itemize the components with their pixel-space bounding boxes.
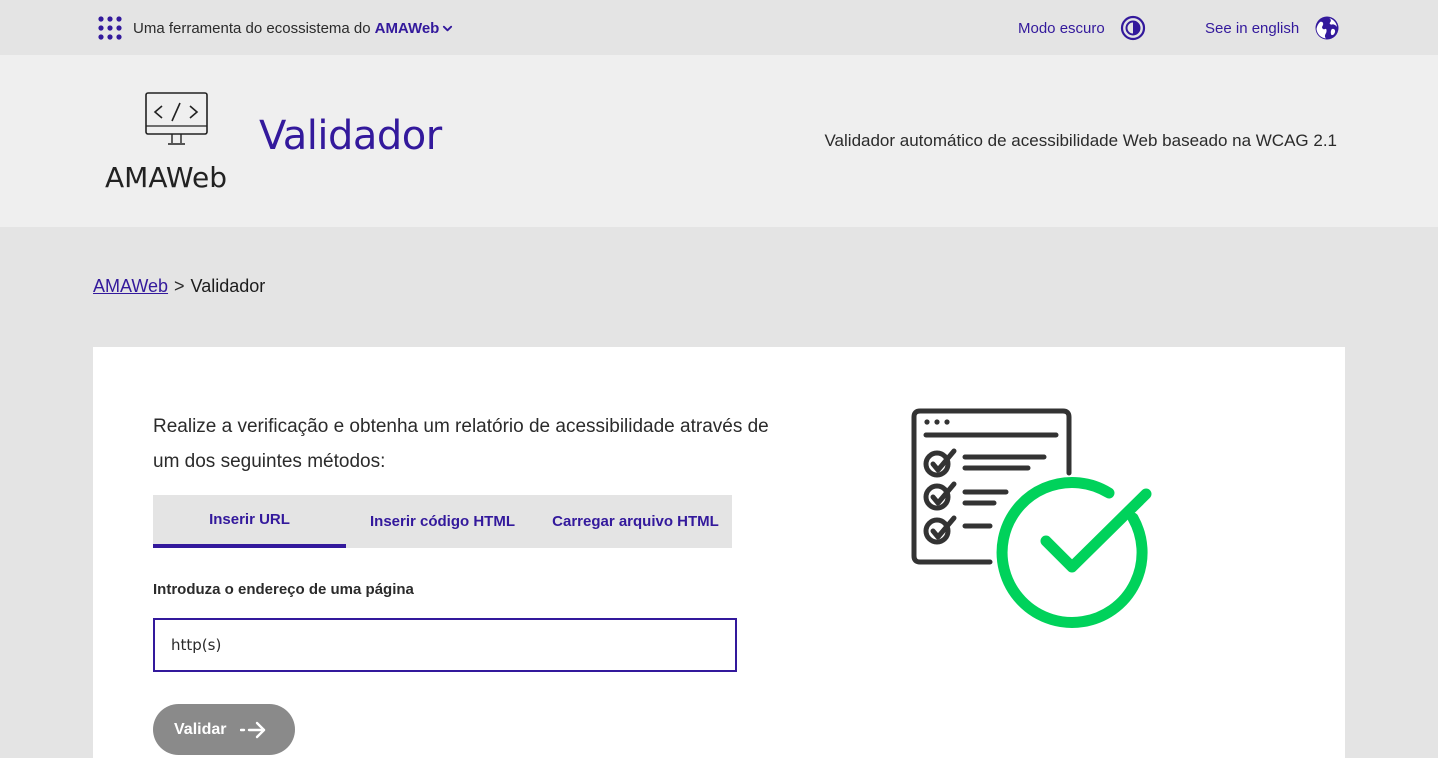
validate-button[interactable]: Validar: [153, 704, 295, 755]
tagline: Validador automático de acessibilidade W…: [824, 131, 1337, 150]
site-header: AMAWeb Validador Validador automático de…: [0, 55, 1438, 227]
arrow-right-icon: [240, 721, 266, 738]
top-bar: Uma ferramenta do ecossistema do AMAWeb …: [0, 0, 1438, 55]
validator-card: Realize a verificação e obtenha um relat…: [93, 347, 1345, 758]
intro-text: Realize a verificação e obtenha um relat…: [153, 416, 769, 472]
monitor-code-icon: AMAWeb: [105, 92, 227, 191]
checklist-check-illustration: [910, 407, 1152, 631]
apps-grid-icon[interactable]: [97, 15, 123, 41]
chevron-down-icon: [443, 25, 453, 31]
language-label: See in english: [1205, 19, 1300, 37]
breadcrumb-current: Validador: [190, 276, 266, 296]
breadcrumb-home-link[interactable]: AMAWeb: [93, 276, 168, 297]
tab-insert-html-code[interactable]: Inserir código HTML: [346, 495, 539, 548]
globe-icon: [1315, 16, 1339, 40]
url-input[interactable]: [153, 618, 737, 672]
contrast-icon: [1120, 15, 1145, 41]
method-tabs: Inserir URL Inserir código HTML Carregar…: [153, 495, 732, 548]
app-title: Validador: [259, 113, 442, 159]
tab-insert-url[interactable]: Inserir URL: [153, 495, 346, 548]
breadcrumb: AMAWeb > Validador: [93, 276, 265, 297]
ecosystem-text: Uma ferramenta do ecossistema do: [133, 19, 371, 37]
validate-button-label: Validar: [174, 720, 227, 738]
breadcrumb-separator: >: [174, 276, 185, 296]
ecosystem-link-label: AMAWeb: [374, 19, 440, 37]
dark-mode-toggle[interactable]: Modo escuro: [1018, 13, 1146, 43]
ecosystem-info: Uma ferramenta do ecossistema do AMAWeb: [97, 14, 453, 42]
amaweb-logo[interactable]: AMAWeb: [104, 91, 249, 195]
dark-mode-label: Modo escuro: [1018, 19, 1105, 37]
tab-upload-html-file[interactable]: Carregar arquivo HTML: [539, 495, 732, 548]
language-switch[interactable]: See in english: [1205, 13, 1340, 43]
logo-text: AMAWeb: [105, 161, 227, 191]
ecosystem-dropdown[interactable]: AMAWeb: [375, 20, 454, 37]
url-field-label: Introduza o endereço de uma página: [153, 581, 414, 598]
